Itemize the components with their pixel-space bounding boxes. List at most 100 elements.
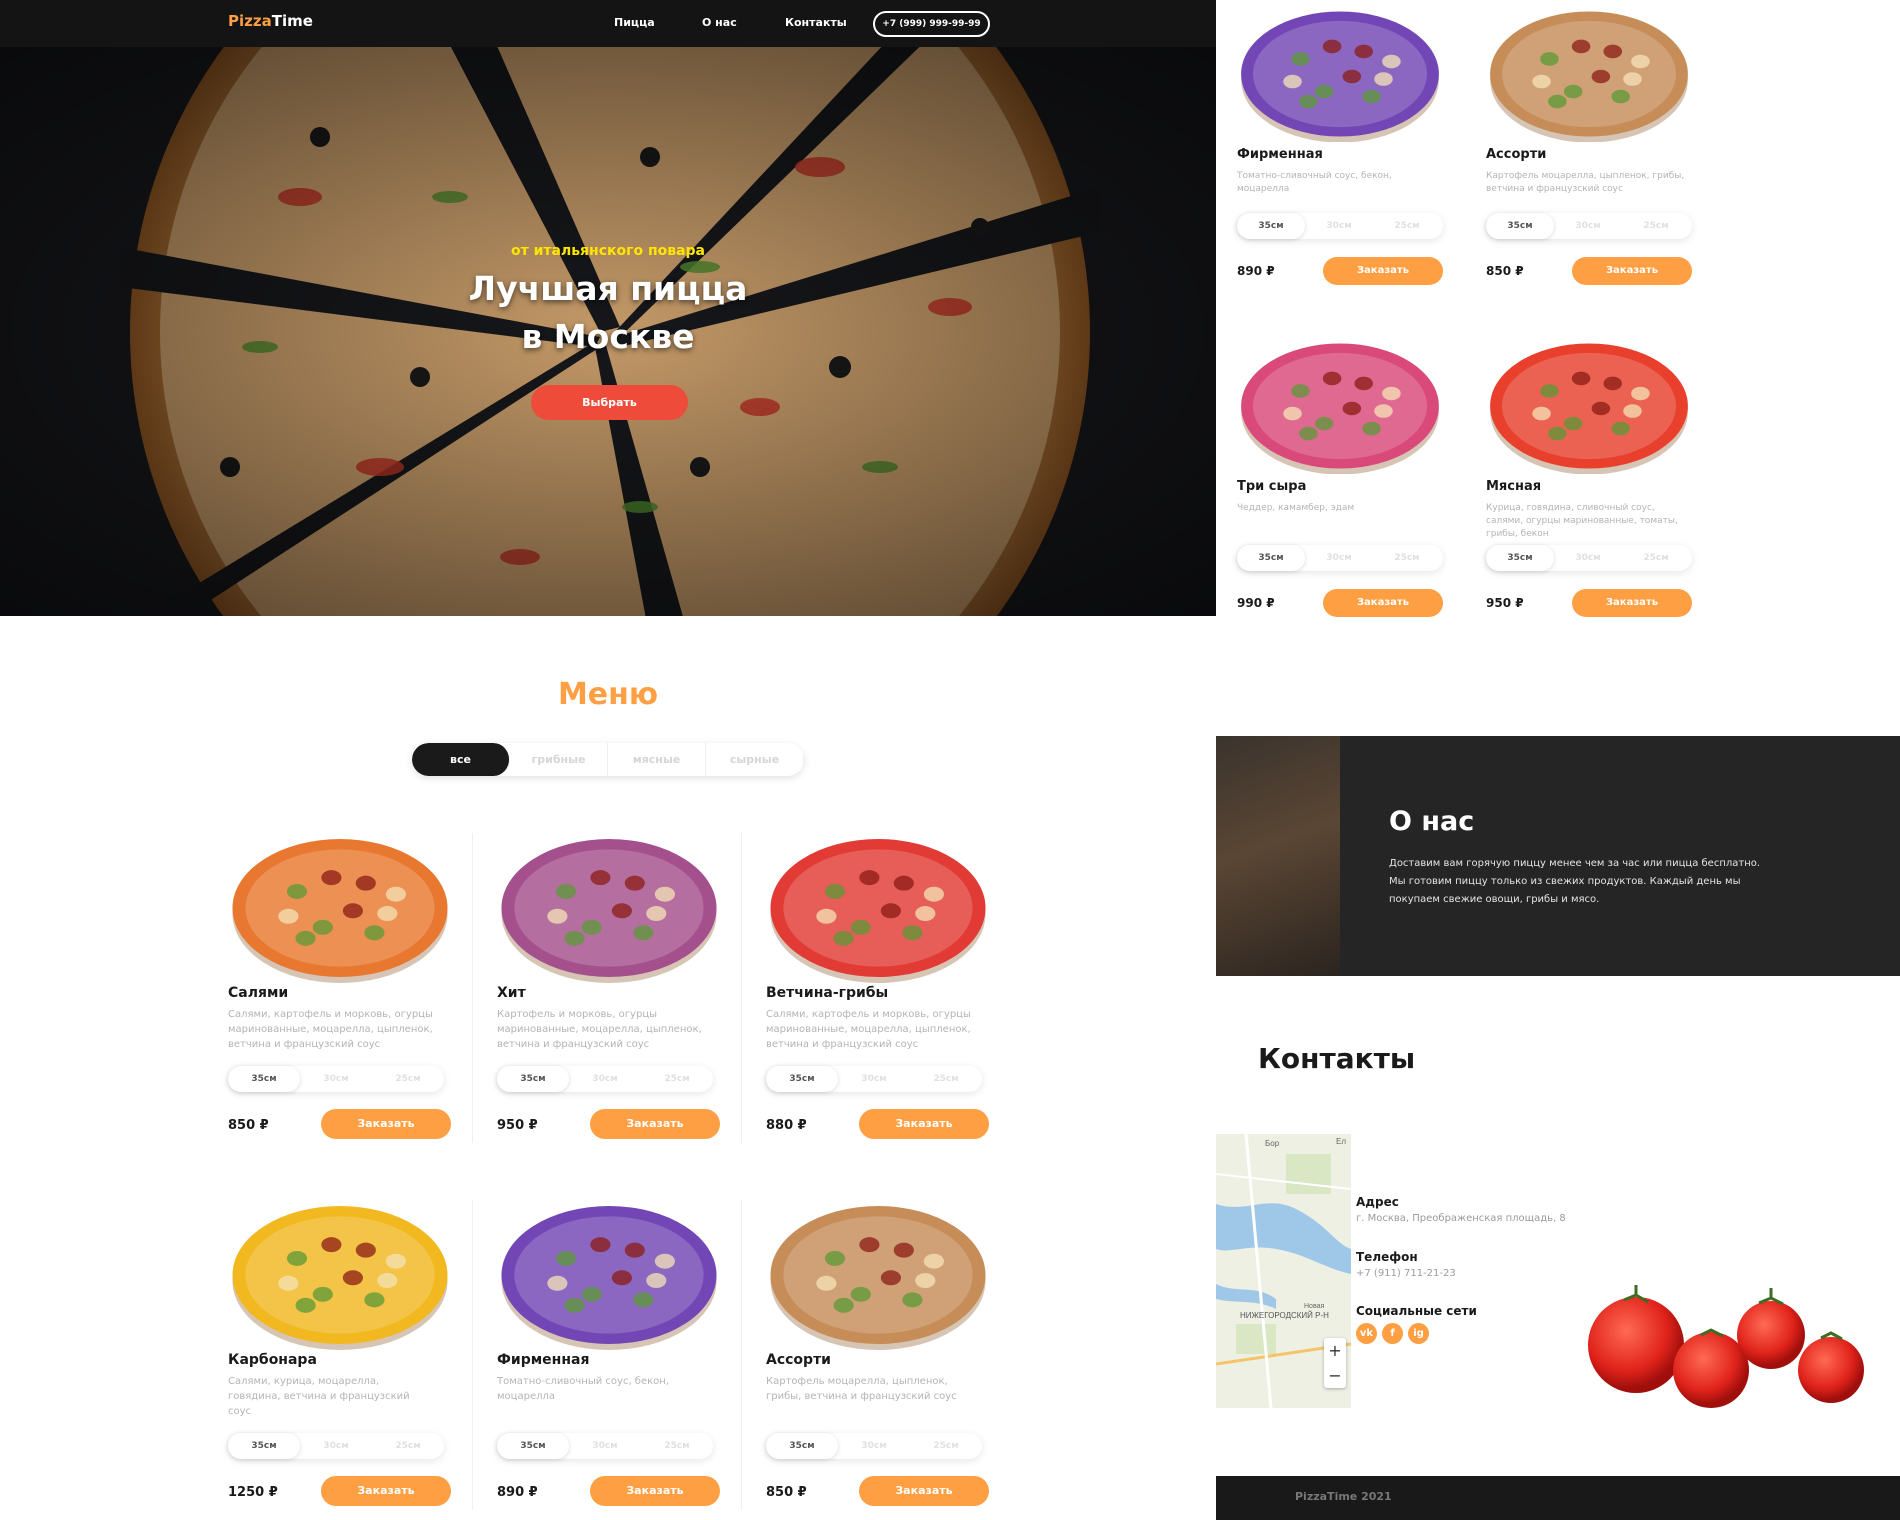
size-option[interactable]: 25см [372, 1433, 444, 1459]
size-option[interactable]: 35см [228, 1066, 300, 1092]
nav-link-about[interactable]: О нас [702, 16, 737, 29]
pizza-image[interactable] [497, 1200, 721, 1350]
size-option[interactable]: 30см [300, 1066, 372, 1092]
pizza-image[interactable] [766, 1200, 990, 1350]
size-option[interactable]: 25см [641, 1433, 713, 1459]
pizza-image-wrapper[interactable] [497, 833, 721, 983]
filter-all[interactable]: все [412, 743, 510, 776]
nav-link-contacts[interactable]: Контакты [785, 16, 847, 29]
pizza-image-wrapper[interactable] [228, 833, 452, 983]
vk-icon[interactable]: vk [1356, 1323, 1377, 1344]
order-button[interactable]: Заказать [1323, 589, 1443, 617]
map-zoom-out-button[interactable]: − [1324, 1363, 1346, 1388]
social-label: Социальные сети [1356, 1304, 1477, 1318]
size-option[interactable]: 35см [1237, 213, 1305, 239]
size-option[interactable]: 35см [228, 1433, 300, 1459]
phone-value[interactable]: +7 (911) 711-21-23 [1356, 1268, 1456, 1279]
pizza-image-wrapper[interactable] [1237, 6, 1443, 143]
pizza-name: Карбонара [228, 1352, 317, 1368]
hero-title-line1: Лучшая пицца [468, 269, 748, 308]
menu-filter-tabs: все грибные мясные сырные [412, 743, 804, 776]
size-option[interactable]: 35см [497, 1433, 569, 1459]
pizza-image[interactable] [497, 833, 721, 983]
pizza-image-wrapper[interactable] [1237, 338, 1443, 475]
pizza-image[interactable] [1237, 338, 1443, 475]
card-divider [472, 833, 473, 1143]
pizza-image-wrapper[interactable] [1486, 338, 1692, 475]
size-option[interactable]: 25см [1622, 213, 1690, 239]
order-button[interactable]: Заказать [321, 1109, 451, 1139]
hero-choose-button[interactable]: Выбрать [531, 385, 688, 420]
instagram-icon[interactable]: ig [1408, 1323, 1429, 1344]
pizza-image-wrapper[interactable] [766, 1200, 990, 1350]
size-option[interactable]: 35см [1486, 545, 1554, 571]
filter-meat[interactable]: мясные [608, 743, 706, 776]
card-divider [741, 1200, 742, 1510]
filter-mushroom[interactable]: грибные [510, 743, 608, 776]
size-option[interactable]: 30см [838, 1433, 910, 1459]
pizza-image-wrapper[interactable] [228, 1200, 452, 1350]
pizza-description: Салями, курица, моцарелла, говядина, вет… [228, 1376, 410, 1417]
map-label-district: НИЖЕГОРОДСКИЙ Р-Н [1240, 1311, 1329, 1320]
size-option[interactable]: 35см [1486, 213, 1554, 239]
size-option[interactable]: 25см [1373, 545, 1441, 571]
order-button[interactable]: Заказать [859, 1476, 989, 1506]
contacts-map[interactable]: Бор Ел Новая НИЖЕГОРОДСКИЙ Р-Н + − [1216, 1134, 1351, 1408]
size-option[interactable]: 30см [1305, 545, 1373, 571]
size-option[interactable]: 35см [766, 1433, 838, 1459]
pizza-image-wrapper[interactable] [497, 1200, 721, 1350]
about-section: О нас Доставим вам горячую пиццу менее ч… [1216, 736, 1900, 976]
order-button[interactable]: Заказать [1323, 257, 1443, 285]
pizza-image-wrapper[interactable] [1486, 6, 1692, 143]
size-option[interactable]: 30см [1554, 213, 1622, 239]
size-option[interactable]: 25см [910, 1433, 982, 1459]
size-option[interactable]: 35см [1237, 545, 1305, 571]
pizza-card: Ассорти Картофель моцарелла, цыпленок, гр… [1486, 6, 1692, 285]
size-option[interactable]: 30см [569, 1433, 641, 1459]
pizza-image[interactable] [228, 1200, 452, 1350]
order-button[interactable]: Заказать [321, 1476, 451, 1506]
size-selector: 35см 30см 25см [766, 1433, 982, 1459]
size-option[interactable]: 30см [569, 1066, 641, 1092]
order-button[interactable]: Заказать [859, 1109, 989, 1139]
order-button[interactable]: Заказать [590, 1109, 720, 1139]
pizza-image[interactable] [228, 833, 452, 983]
size-option[interactable]: 30см [300, 1433, 372, 1459]
pizza-description: Картофель моцарелла, цыпленок, грибы, ве… [1486, 171, 1685, 194]
map-zoom-in-button[interactable]: + [1324, 1338, 1346, 1363]
size-option[interactable]: 25см [372, 1066, 444, 1092]
pizza-image-wrapper[interactable] [766, 833, 990, 983]
site-footer: PizzaTime 2021 [1216, 1476, 1900, 1520]
order-button[interactable]: Заказать [1572, 589, 1692, 617]
pizza-card: Три сыра Чеддер, камамбер, эдам 35см 30см 25… [1237, 338, 1443, 617]
size-selector: 35см 30см 25см [497, 1066, 713, 1092]
map-zoom-controls: + − [1324, 1338, 1346, 1388]
size-option[interactable]: 25см [910, 1066, 982, 1092]
pizza-image[interactable] [766, 833, 990, 983]
pizza-image[interactable] [1486, 338, 1692, 475]
pizza-image[interactable] [1237, 6, 1443, 143]
order-button[interactable]: Заказать [590, 1476, 720, 1506]
pizza-description: Курица, говядина, сливочный соус, салями… [1486, 503, 1678, 539]
pizza-price: 880 ₽ [766, 1118, 807, 1133]
size-option[interactable]: 35см [766, 1066, 838, 1092]
about-photo [1216, 736, 1340, 976]
size-option[interactable]: 35см [497, 1066, 569, 1092]
size-option[interactable]: 30см [838, 1066, 910, 1092]
size-option[interactable]: 25см [641, 1066, 713, 1092]
size-option[interactable]: 25см [1373, 213, 1441, 239]
size-option[interactable]: 30см [1305, 213, 1373, 239]
pizza-image[interactable] [1486, 6, 1692, 143]
pizza-card: Ветчина-грибы Салями, картофель и морковь… [766, 833, 990, 1153]
logo[interactable]: PizzaTime [228, 12, 313, 30]
order-button[interactable]: Заказать [1572, 257, 1692, 285]
pizza-description: Картофель моцарелла, цыпленок, грибы, ве… [766, 1376, 957, 1402]
pizza-description: Салями, картофель и морковь, огурцы мари… [228, 1009, 433, 1050]
size-option[interactable]: 30см [1554, 545, 1622, 571]
size-option[interactable]: 25см [1622, 545, 1690, 571]
pizza-card: Мясная Курица, говядина, сливочный соус, … [1486, 338, 1692, 617]
facebook-icon[interactable]: f [1382, 1323, 1403, 1344]
nav-link-pizza[interactable]: Пицца [614, 16, 655, 29]
filter-cheese[interactable]: сырные [706, 743, 804, 776]
header-phone-button[interactable]: +7 (999) 999-99-99 [873, 11, 990, 37]
